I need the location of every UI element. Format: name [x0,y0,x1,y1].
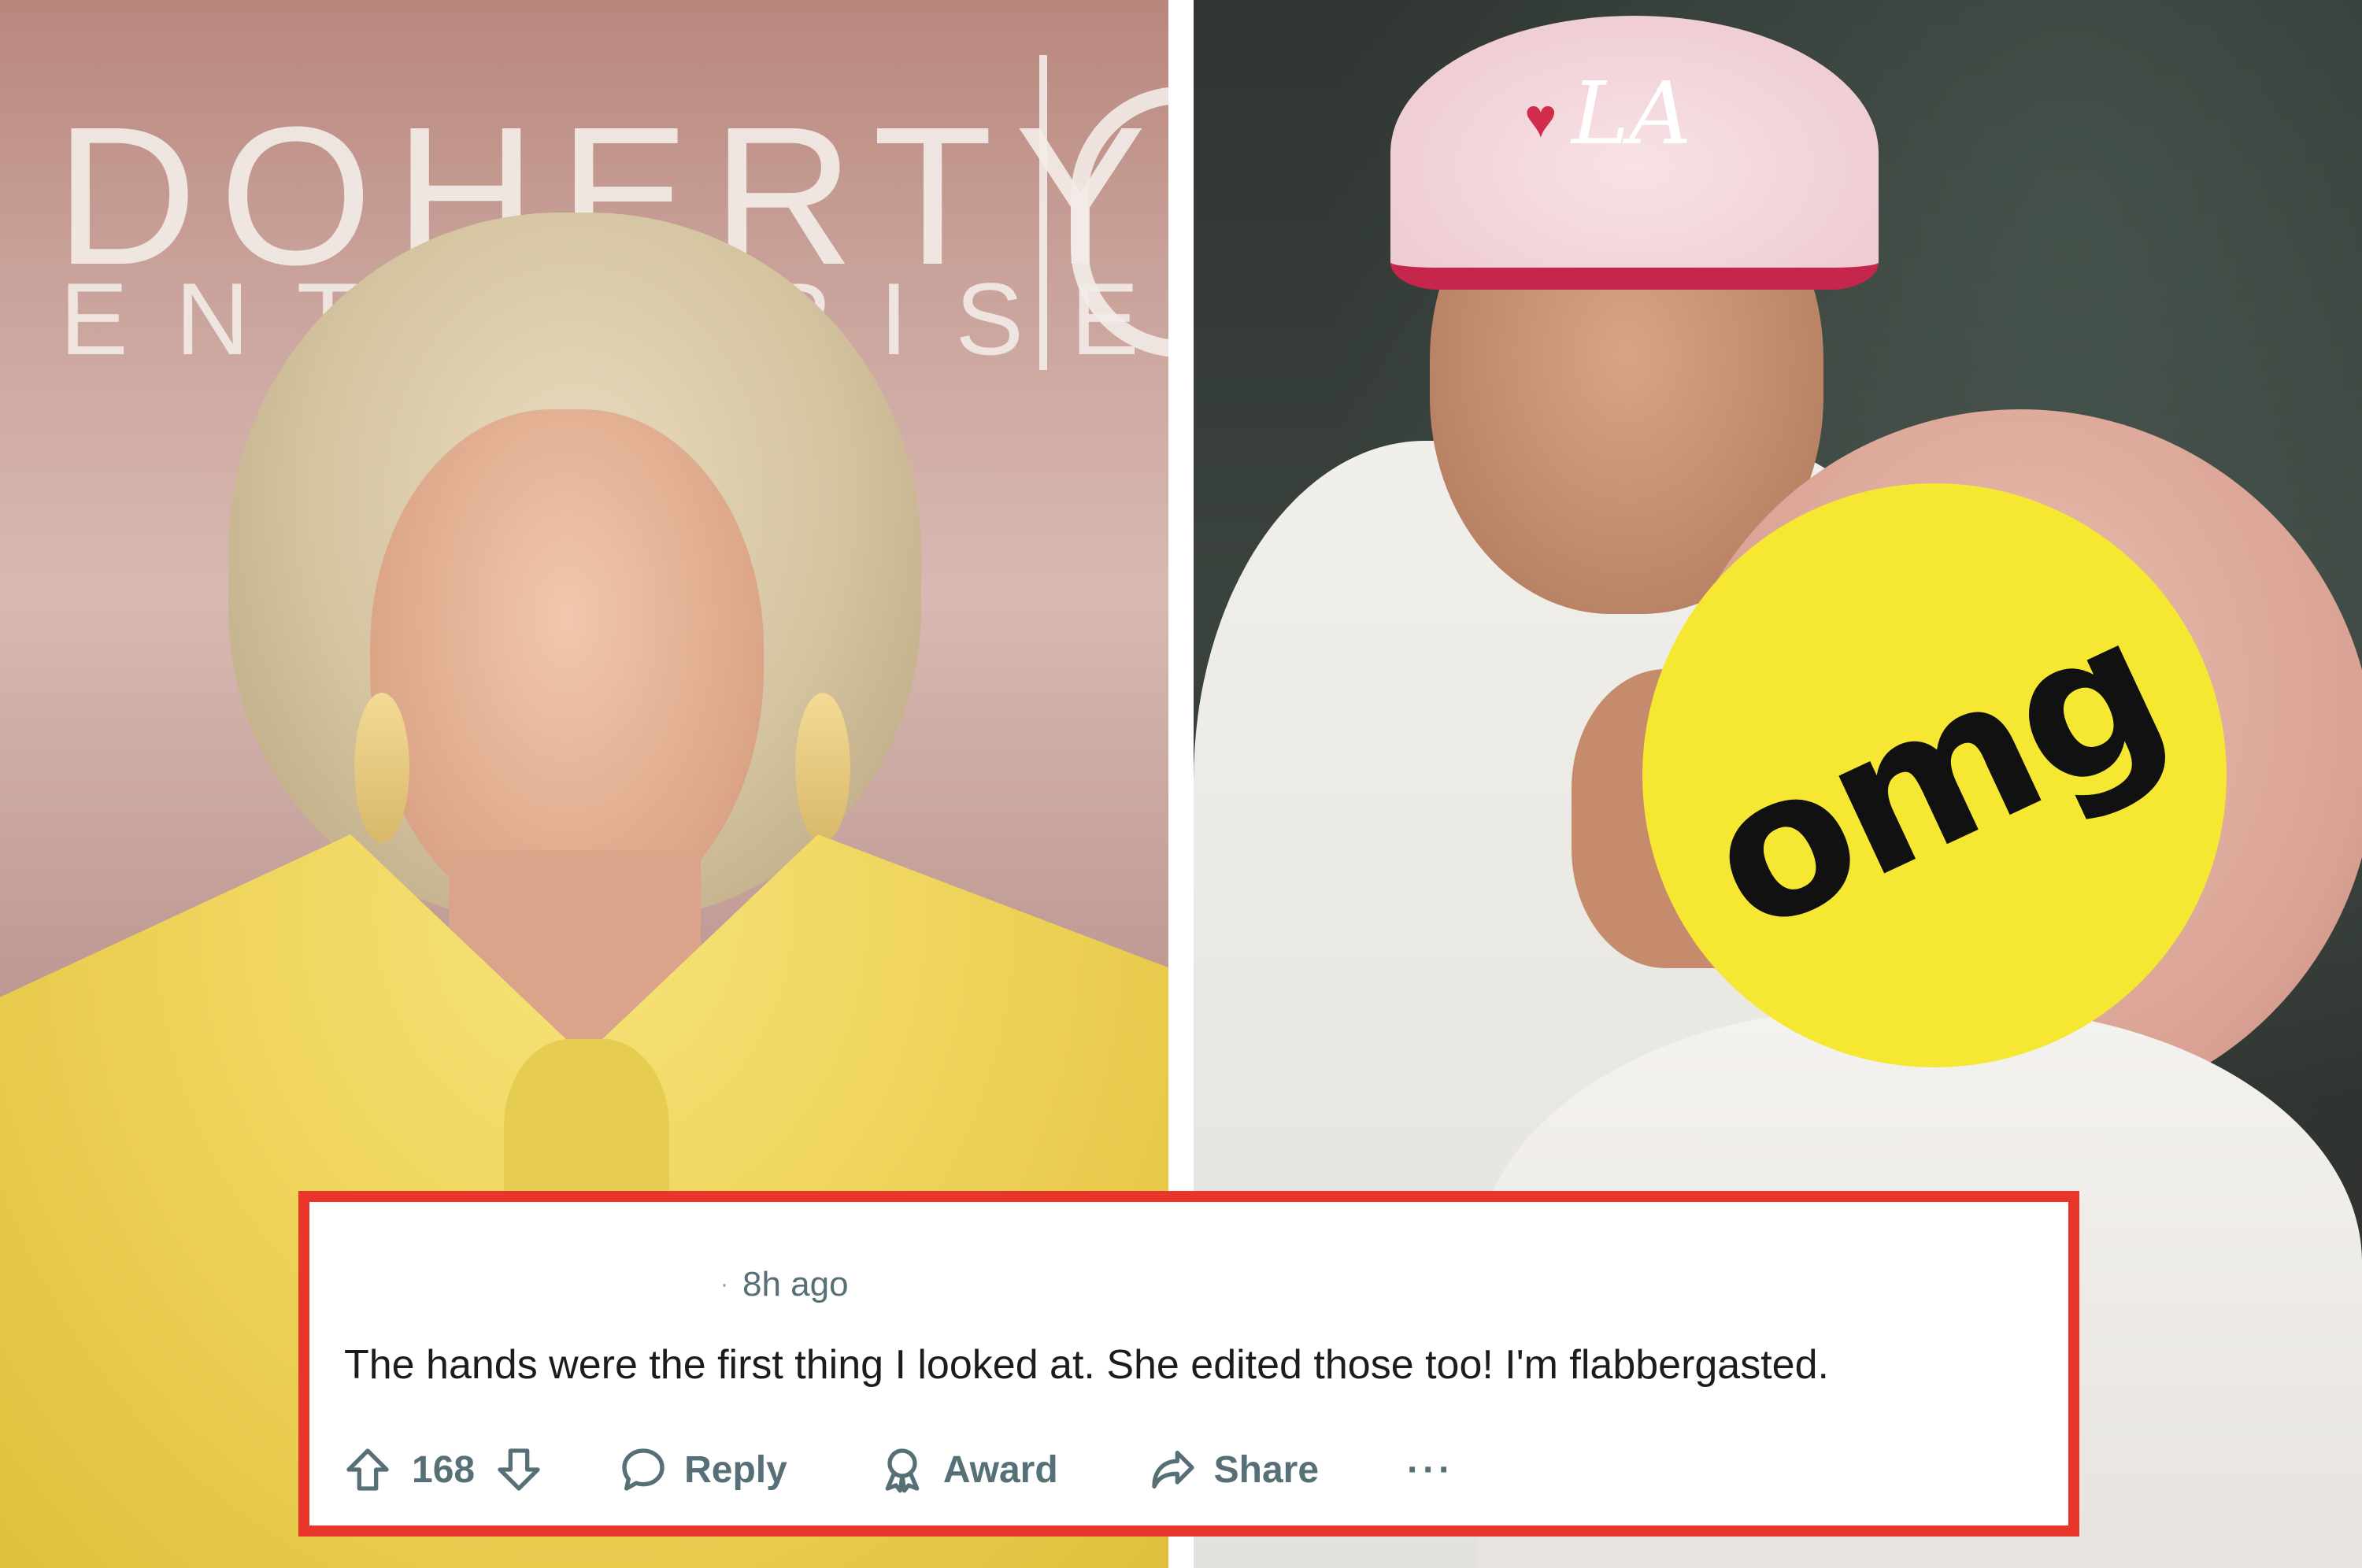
omg-face-cover-badge: omg [1642,483,2227,1067]
reply-bubble-icon [616,1443,670,1496]
reply-button[interactable]: Reply [616,1443,787,1496]
award-button[interactable]: Award [876,1443,1058,1496]
earring-left [354,693,409,842]
award-icon [876,1443,929,1496]
share-label: Share [1213,1448,1320,1491]
downvote-icon[interactable] [492,1443,546,1496]
vote-control: 168 [341,1443,546,1496]
cap-logo: LA [1572,63,1692,164]
reply-label: Reply [684,1448,787,1491]
share-arrow-icon [1146,1443,1200,1496]
share-button[interactable]: Share [1146,1443,1319,1496]
reddit-comment-card: · 8h ago The hands were the first thing … [298,1191,2079,1537]
award-label: Award [942,1448,1058,1491]
comment-action-bar: 168 Reply Award Share ··· [341,1438,1454,1501]
comment-meta: · 8h ago [720,1265,849,1304]
comment-timestamp[interactable]: 8h ago [742,1265,849,1304]
omg-badge-text: omg [1674,572,2195,978]
meta-separator: · [720,1271,728,1297]
earring-right [795,693,850,842]
heart-icon: ♥ [1524,87,1557,149]
comment-body: The hands were the first thing I looked … [344,1342,1829,1388]
upvote-icon[interactable] [341,1443,394,1496]
more-options-button[interactable]: ··· [1407,1448,1454,1492]
backdrop-divider [1039,55,1047,370]
vote-count: 168 [412,1448,476,1491]
